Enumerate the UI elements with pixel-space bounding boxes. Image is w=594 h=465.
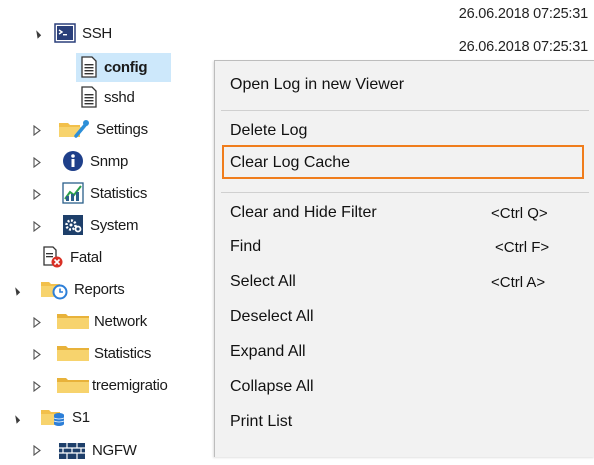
menu-item-print-list[interactable]: Print List — [230, 413, 292, 431]
tree-item-treemigration[interactable]: treemigratio — [56, 370, 168, 400]
folder-icon — [56, 310, 90, 332]
menu-item-delete-log[interactable]: Delete Log — [230, 122, 307, 140]
menu-item-deselect-all[interactable]: Deselect All — [230, 308, 314, 326]
document-icon — [80, 56, 98, 78]
tree-item-label: treemigratio — [92, 376, 168, 394]
tree-item-config[interactable]: config — [80, 52, 148, 82]
menu-item-clear-log-cache[interactable]: Clear Log Cache — [230, 154, 350, 172]
folder-icon — [56, 342, 90, 364]
expander-closed-icon[interactable] — [31, 444, 43, 456]
expander-closed-icon[interactable] — [31, 220, 43, 232]
tree-item-label: Network — [94, 312, 147, 330]
expander-open-icon[interactable] — [29, 28, 41, 40]
statistics-icon — [62, 182, 84, 204]
expander-closed-icon[interactable] — [31, 156, 43, 168]
shortcut-ctrl-q: <Ctrl Q> — [491, 205, 548, 222]
info-icon — [62, 150, 84, 172]
tree-item-label: Fatal — [70, 248, 102, 266]
expander-closed-icon[interactable] — [31, 316, 43, 328]
folder-wrench-icon — [58, 118, 90, 140]
timestamp-cell: 26.06.2018 07:25:31 — [458, 39, 588, 55]
expander-open-icon[interactable] — [8, 413, 20, 425]
menu-item-select-all[interactable]: Select All — [230, 273, 296, 291]
timestamp-cell: 26.06.2018 07:25:31 — [458, 6, 588, 22]
tree-item-label: SSH — [82, 24, 112, 42]
tree-item-label: config — [104, 58, 148, 76]
menu-item-clear-hide-filter[interactable]: Clear and Hide Filter — [230, 204, 377, 222]
tree-item-label: Statistics — [90, 184, 148, 202]
terminal-icon — [54, 22, 76, 44]
tree-item-report-statistics[interactable]: Statistics — [56, 338, 151, 368]
tree-item-label: System — [90, 216, 139, 234]
tree-item-ngfw[interactable]: NGFW — [58, 435, 137, 465]
tree-item-fatal[interactable]: Fatal — [42, 242, 102, 272]
tree-item-ssh[interactable]: SSH — [54, 18, 112, 48]
tree-item-system[interactable]: System — [62, 210, 139, 240]
tree-item-s1[interactable]: S1 — [40, 402, 90, 432]
tree-item-snmp[interactable]: Snmp — [62, 146, 128, 176]
tree-item-label: S1 — [72, 408, 90, 426]
tree-item-reports[interactable]: Reports — [40, 274, 125, 304]
tree-item-label: sshd — [104, 88, 135, 106]
tree-item-sshd[interactable]: sshd — [80, 82, 135, 112]
expander-closed-icon[interactable] — [31, 124, 43, 136]
gears-icon — [62, 214, 84, 236]
context-menu: Open Log in new Viewer Delete Log Clear … — [214, 60, 594, 457]
menu-item-find[interactable]: Find — [230, 238, 261, 256]
menu-item-collapse-all[interactable]: Collapse All — [230, 378, 314, 396]
folder-icon — [56, 374, 90, 396]
menu-separator — [221, 192, 589, 193]
expander-closed-icon[interactable] — [31, 348, 43, 360]
fatal-document-icon — [42, 246, 64, 268]
expander-closed-icon[interactable] — [31, 380, 43, 392]
menu-separator — [221, 110, 589, 111]
folder-database-icon — [40, 406, 66, 428]
shortcut-ctrl-f: <Ctrl F> — [495, 239, 550, 256]
expander-open-icon[interactable] — [8, 285, 20, 297]
tree-item-label: Snmp — [90, 152, 128, 170]
tree-item-label: Statistics — [94, 344, 152, 362]
document-icon — [80, 86, 98, 108]
shortcut-ctrl-a: <Ctrl A> — [491, 274, 546, 291]
menu-item-expand-all[interactable]: Expand All — [230, 343, 306, 361]
expander-closed-icon[interactable] — [31, 188, 43, 200]
folder-clock-icon — [40, 278, 68, 300]
tree-item-settings[interactable]: Settings — [58, 114, 148, 144]
tree-item-statistics[interactable]: Statistics — [62, 178, 147, 208]
menu-item-open-log-new-viewer[interactable]: Open Log in new Viewer — [230, 76, 404, 94]
firewall-icon — [58, 439, 86, 461]
tree-item-label: Settings — [96, 120, 148, 138]
tree-item-network[interactable]: Network — [56, 306, 147, 336]
tree-item-label: Reports — [74, 280, 125, 298]
